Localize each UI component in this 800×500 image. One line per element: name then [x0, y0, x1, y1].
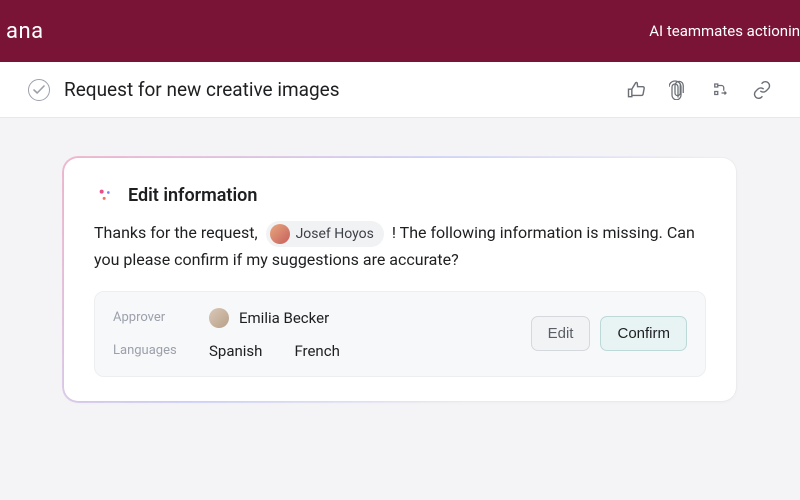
task-actions [626, 80, 772, 100]
mention-name: Josef Hoyos [296, 223, 374, 245]
attachment-icon[interactable] [668, 80, 688, 100]
card-message: Thanks for the request, Josef Hoyos ! Th… [94, 220, 706, 273]
topbar: ana AI teammates actionin [0, 0, 800, 62]
brand-logo-text: ana [0, 19, 44, 44]
approver-name: Emilia Becker [239, 309, 329, 327]
content-area: Edit information Thanks for the request,… [0, 118, 800, 401]
card-header: Edit information [94, 184, 706, 206]
subtask-icon[interactable] [710, 80, 730, 100]
avatar [209, 308, 229, 328]
info-fields: Approver Emilia Becker Languages Spanish… [113, 308, 507, 360]
link-icon[interactable] [752, 80, 772, 100]
complete-task-checkbox[interactable] [28, 79, 50, 101]
message-pre: Thanks for the request, [94, 223, 262, 242]
info-box: Approver Emilia Becker Languages Spanish… [94, 291, 706, 377]
approver-value[interactable]: Emilia Becker [209, 308, 329, 328]
languages-value[interactable]: Spanish French [209, 342, 340, 360]
card-title: Edit information [128, 185, 257, 206]
task-header: Request for new creative images [0, 62, 800, 118]
like-icon[interactable] [626, 80, 646, 100]
field-approver: Approver Emilia Becker [113, 308, 507, 328]
field-label: Languages [113, 343, 191, 358]
language-tag: Spanish [209, 342, 262, 360]
field-languages: Languages Spanish French [113, 342, 507, 360]
task-title: Request for new creative images [64, 78, 626, 101]
field-label: Approver [113, 310, 191, 325]
avatar [270, 224, 290, 244]
ai-suggestion-card: Edit information Thanks for the request,… [64, 158, 736, 401]
tagline-text: AI teammates actionin [649, 22, 800, 40]
info-actions: Edit Confirm [531, 316, 687, 351]
sparkle-icon [94, 184, 116, 206]
confirm-button[interactable]: Confirm [600, 316, 687, 351]
user-mention[interactable]: Josef Hoyos [266, 221, 384, 247]
language-tag: French [294, 342, 339, 360]
edit-button[interactable]: Edit [531, 316, 591, 351]
